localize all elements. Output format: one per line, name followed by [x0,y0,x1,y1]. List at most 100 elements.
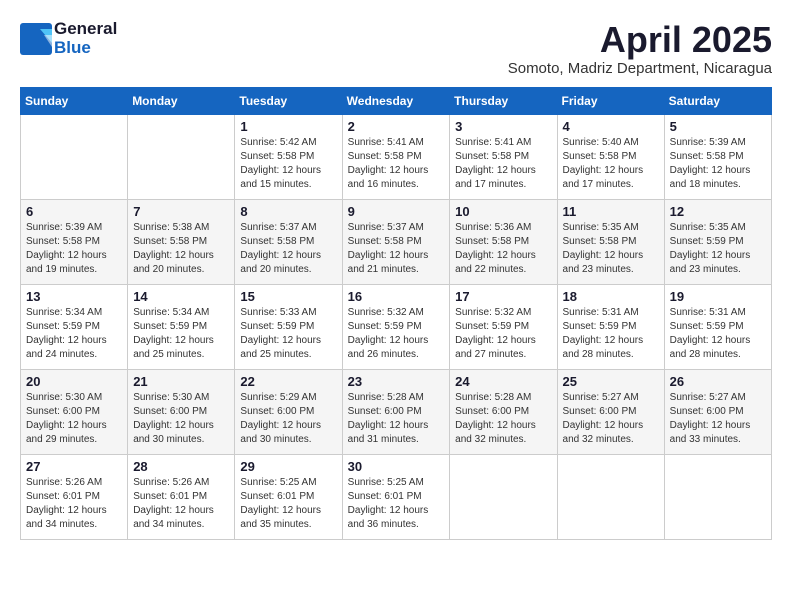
table-row [557,454,664,539]
table-row: 29 Sunrise: 5:25 AMSunset: 6:01 PMDayligh… [235,454,342,539]
col-wednesday: Wednesday [342,87,450,114]
day-number: 13 [26,289,122,304]
day-number: 2 [348,119,445,134]
location-title: Somoto, Madriz Department, Nicaragua [508,60,772,77]
day-number: 26 [670,374,766,389]
table-row: 2 Sunrise: 5:41 AMSunset: 5:58 PMDaylight… [342,114,450,199]
table-row: 4 Sunrise: 5:40 AMSunset: 5:58 PMDaylight… [557,114,664,199]
calendar-table: Sunday Monday Tuesday Wednesday Thursday… [20,87,772,540]
day-number: 30 [348,459,445,474]
day-number: 10 [455,204,551,219]
day-info: Sunrise: 5:41 AMSunset: 5:58 PMDaylight:… [455,136,551,192]
page-header: General Blue April 2025 Somoto, Madriz D… [20,20,772,77]
day-number: 24 [455,374,551,389]
table-row: 9Sunrise: 5:37 AMSunset: 5:58 PMDaylight… [342,199,450,284]
table-row: 17Sunrise: 5:32 AMSunset: 5:59 PMDayligh… [450,284,557,369]
day-info: Sunrise: 5:37 AMSunset: 5:58 PMDaylight:… [240,221,336,277]
day-info: Sunrise: 5:30 AMSunset: 6:00 PMDaylight:… [133,391,229,447]
table-row: 18 Sunrise: 5:31 AMSunset: 5:59 PMDayligh… [557,284,664,369]
day-number: 11 [563,204,659,219]
table-row: 19 Sunrise: 5:31 AMSunset: 5:59 PMDayligh… [664,284,771,369]
day-info: Sunrise: 5:27 AMSunset: 6:00 PMDaylight:… [563,391,659,447]
table-row: 16Sunrise: 5:32 AMSunset: 5:59 PMDayligh… [342,284,450,369]
day-number: 19 [670,289,766,304]
day-number: 21 [133,374,229,389]
logo: General Blue [20,20,117,57]
logo-blue: Blue [54,39,117,58]
table-row: 23 Sunrise: 5:28 AMSunset: 6:00 PMDayligh… [342,369,450,454]
day-number: 17 [455,289,551,304]
logo-icon [20,23,52,55]
table-row [128,114,235,199]
day-info: Sunrise: 5:40 AMSunset: 5:58 PMDaylight:… [563,136,659,192]
col-monday: Monday [128,87,235,114]
calendar-week-row: 1 Sunrise: 5:42 AMSunset: 5:58 PMDaylight… [21,114,772,199]
month-title: April 2025 [508,20,772,60]
day-info: Sunrise: 5:34 AMSunset: 5:59 PMDaylight:… [133,306,229,362]
day-info: Sunrise: 5:32 AMSunset: 5:59 PMDaylight:… [348,306,445,362]
day-info: Sunrise: 5:26 AMSunset: 6:01 PMDaylight:… [133,476,229,532]
day-info: Sunrise: 5:27 AMSunset: 6:00 PMDaylight:… [670,391,766,447]
day-number: 27 [26,459,122,474]
table-row [21,114,128,199]
col-thursday: Thursday [450,87,557,114]
day-info: Sunrise: 5:31 AMSunset: 5:59 PMDaylight:… [563,306,659,362]
day-number: 25 [563,374,659,389]
calendar-week-row: 6 Sunrise: 5:39 AMSunset: 5:58 PMDaylight… [21,199,772,284]
day-number: 28 [133,459,229,474]
day-info: Sunrise: 5:28 AMSunset: 6:00 PMDaylight:… [455,391,551,447]
table-row: 12Sunrise: 5:35 AMSunset: 5:59 PMDayligh… [664,199,771,284]
table-row: 11Sunrise: 5:35 AMSunset: 5:58 PMDayligh… [557,199,664,284]
col-friday: Friday [557,87,664,114]
day-info: Sunrise: 5:34 AMSunset: 5:59 PMDaylight:… [26,306,122,362]
day-number: 22 [240,374,336,389]
calendar-week-row: 27 Sunrise: 5:26 AMSunset: 6:01 PMDayligh… [21,454,772,539]
day-number: 9 [348,204,445,219]
col-saturday: Saturday [664,87,771,114]
day-info: Sunrise: 5:41 AMSunset: 5:58 PMDaylight:… [348,136,445,192]
table-row: 20Sunrise: 5:30 AMSunset: 6:00 PMDayligh… [21,369,128,454]
day-info: Sunrise: 5:29 AMSunset: 6:00 PMDaylight:… [240,391,336,447]
day-info: Sunrise: 5:25 AMSunset: 6:01 PMDaylight:… [240,476,336,532]
day-number: 4 [563,119,659,134]
day-number: 6 [26,204,122,219]
table-row: 28 Sunrise: 5:26 AMSunset: 6:01 PMDayligh… [128,454,235,539]
day-info: Sunrise: 5:39 AMSunset: 5:58 PMDaylight:… [670,136,766,192]
day-info: Sunrise: 5:26 AMSunset: 6:01 PMDaylight:… [26,476,122,532]
day-number: 18 [563,289,659,304]
table-row: 27 Sunrise: 5:26 AMSunset: 6:01 PMDayligh… [21,454,128,539]
table-row: 30 Sunrise: 5:25 AMSunset: 6:01 PMDayligh… [342,454,450,539]
table-row: 10Sunrise: 5:36 AMSunset: 5:58 PMDayligh… [450,199,557,284]
day-info: Sunrise: 5:31 AMSunset: 5:59 PMDaylight:… [670,306,766,362]
table-row: 13 Sunrise: 5:34 AMSunset: 5:59 PMDayligh… [21,284,128,369]
table-row: 5 Sunrise: 5:39 AMSunset: 5:58 PMDaylight… [664,114,771,199]
table-row: 15 Sunrise: 5:33 AMSunset: 5:59 PMDayligh… [235,284,342,369]
day-info: Sunrise: 5:38 AMSunset: 5:58 PMDaylight:… [133,221,229,277]
day-info: Sunrise: 5:30 AMSunset: 6:00 PMDaylight:… [26,391,122,447]
table-row: 14Sunrise: 5:34 AMSunset: 5:59 PMDayligh… [128,284,235,369]
calendar-header-row: Sunday Monday Tuesday Wednesday Thursday… [21,87,772,114]
day-info: Sunrise: 5:35 AMSunset: 5:59 PMDaylight:… [670,221,766,277]
day-number: 8 [240,204,336,219]
title-section: April 2025 Somoto, Madriz Department, Ni… [508,20,772,77]
day-number: 5 [670,119,766,134]
table-row: 25 Sunrise: 5:27 AMSunset: 6:00 PMDayligh… [557,369,664,454]
day-number: 1 [240,119,336,134]
day-info: Sunrise: 5:33 AMSunset: 5:59 PMDaylight:… [240,306,336,362]
table-row [664,454,771,539]
table-row: 8 Sunrise: 5:37 AMSunset: 5:58 PMDaylight… [235,199,342,284]
table-row: 6 Sunrise: 5:39 AMSunset: 5:58 PMDaylight… [21,199,128,284]
day-number: 23 [348,374,445,389]
table-row: 24 Sunrise: 5:28 AMSunset: 6:00 PMDayligh… [450,369,557,454]
day-info: Sunrise: 5:39 AMSunset: 5:58 PMDaylight:… [26,221,122,277]
day-number: 3 [455,119,551,134]
day-info: Sunrise: 5:25 AMSunset: 6:01 PMDaylight:… [348,476,445,532]
table-row: 7Sunrise: 5:38 AMSunset: 5:58 PMDaylight… [128,199,235,284]
day-number: 29 [240,459,336,474]
calendar-week-row: 13 Sunrise: 5:34 AMSunset: 5:59 PMDayligh… [21,284,772,369]
day-number: 15 [240,289,336,304]
table-row [450,454,557,539]
table-row: 1 Sunrise: 5:42 AMSunset: 5:58 PMDaylight… [235,114,342,199]
day-info: Sunrise: 5:28 AMSunset: 6:00 PMDaylight:… [348,391,445,447]
day-info: Sunrise: 5:42 AMSunset: 5:58 PMDaylight:… [240,136,336,192]
